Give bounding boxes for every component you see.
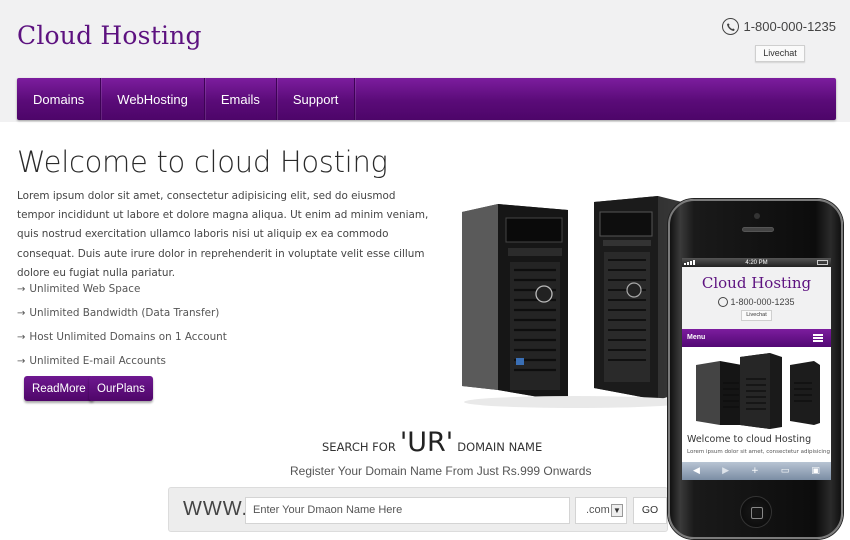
search-heading-emphasis: 'UR'	[399, 427, 454, 458]
bookmarks-icon[interactable]: ▭	[781, 466, 790, 476]
tld-select[interactable]: .com ▼	[575, 497, 627, 524]
phone-number: 1-800-000-1235	[743, 19, 836, 34]
mobile-phone-number: 1-800-000-1235	[730, 297, 795, 307]
battery-icon	[817, 260, 828, 265]
ourplans-button[interactable]: OurPlans	[89, 376, 153, 401]
chevron-down-icon[interactable]: ▼	[611, 504, 623, 517]
livechat-button[interactable]: Livechat	[755, 45, 805, 62]
nav-item-emails[interactable]: Emails	[205, 78, 277, 120]
arrow-icon: →	[17, 355, 26, 367]
mobile-intro-text: Lorem ipsum dolor sit amet, consectetur …	[687, 449, 830, 455]
page: Cloud Hosting 1-800-000-1235 Livechat Do…	[0, 0, 850, 540]
feature-list: → Unlimited Web Space → Unlimited Bandwidt…	[17, 277, 227, 373]
browser-toolbar: ◀ ▶ + ▭ ▣	[682, 462, 831, 480]
readmore-button[interactable]: ReadMore	[24, 376, 94, 401]
nav-item-webhosting[interactable]: WebHosting	[101, 78, 205, 120]
nav-item-support[interactable]: Support	[277, 78, 356, 120]
main-nav: Domains WebHosting Emails Support	[17, 78, 836, 120]
domain-search-bar: WWW. Enter Your Dmaon Name Here .com ▼ G…	[168, 487, 668, 532]
add-icon[interactable]: +	[751, 466, 759, 476]
header: Cloud Hosting 1-800-000-1235 Livechat Do…	[0, 0, 850, 122]
mobile-menu-label: Menu	[687, 334, 706, 341]
arrow-icon: →	[17, 307, 26, 319]
feature-label: Host Unlimited Domains on 1 Account	[29, 331, 227, 343]
arrow-icon: →	[17, 331, 26, 343]
list-item: → Host Unlimited Domains on 1 Account	[17, 325, 227, 349]
list-item: → Unlimited Bandwidth (Data Transfer)	[17, 301, 227, 325]
tld-value: .com	[586, 504, 610, 516]
page-title: Welcome to cloud Hosting	[17, 145, 388, 179]
phone-mockup: 4:20 PM Cloud Hosting 1-800-000-1235 Liv…	[668, 199, 843, 539]
intro-text: Lorem ipsum dolor sit amet, consectetur …	[17, 190, 429, 279]
tabs-icon[interactable]: ▣	[811, 466, 820, 476]
arrow-icon: →	[17, 283, 26, 295]
hamburger-icon[interactable]	[813, 334, 823, 342]
feature-label: Unlimited Bandwidth (Data Transfer)	[29, 307, 220, 319]
search-heading: SEARCH FOR 'UR' DOMAIN NAME	[322, 427, 542, 458]
register-text: Register Your Domain Name From Just Rs.9…	[290, 464, 592, 478]
back-icon[interactable]: ◀	[693, 466, 700, 476]
phone-icon	[718, 297, 729, 307]
status-bar: 4:20 PM	[682, 258, 831, 267]
go-button[interactable]: GO	[633, 497, 667, 524]
camera-icon	[754, 213, 760, 219]
forward-icon[interactable]: ▶	[722, 466, 729, 476]
phone-screen: 4:20 PM Cloud Hosting 1-800-000-1235 Liv…	[682, 258, 831, 480]
domain-input[interactable]: Enter Your Dmaon Name Here	[245, 497, 570, 524]
mobile-menu-bar[interactable]: Menu	[682, 329, 831, 347]
list-item: → Unlimited E-mail Accounts	[17, 349, 227, 373]
phone-contact: 1-800-000-1235	[722, 18, 836, 35]
list-item: → Unlimited Web Space	[17, 277, 227, 301]
site-logo[interactable]: Cloud Hosting	[17, 21, 202, 50]
phone-icon	[722, 18, 740, 35]
feature-label: Unlimited E-mail Accounts	[29, 355, 166, 367]
www-label: WWW.	[183, 498, 249, 520]
feature-label: Unlimited Web Space	[29, 283, 141, 295]
mobile-phone-contact: 1-800-000-1235	[682, 297, 831, 307]
mobile-header: Cloud Hosting 1-800-000-1235 Livechat	[682, 267, 831, 329]
signal-icon	[684, 260, 695, 265]
mobile-servers-image	[696, 353, 820, 429]
status-time: 4:20 PM	[745, 259, 768, 266]
home-button-icon[interactable]	[740, 496, 772, 528]
nav-item-domains[interactable]: Domains	[17, 78, 102, 120]
mobile-logo[interactable]: Cloud Hosting	[682, 274, 831, 292]
search-heading-prefix: SEARCH FOR	[322, 440, 396, 454]
mobile-title: Welcome to cloud Hosting	[687, 434, 812, 445]
speaker-icon	[742, 227, 774, 232]
mobile-livechat-button[interactable]: Livechat	[741, 310, 772, 321]
search-heading-suffix: DOMAIN NAME	[457, 440, 543, 454]
